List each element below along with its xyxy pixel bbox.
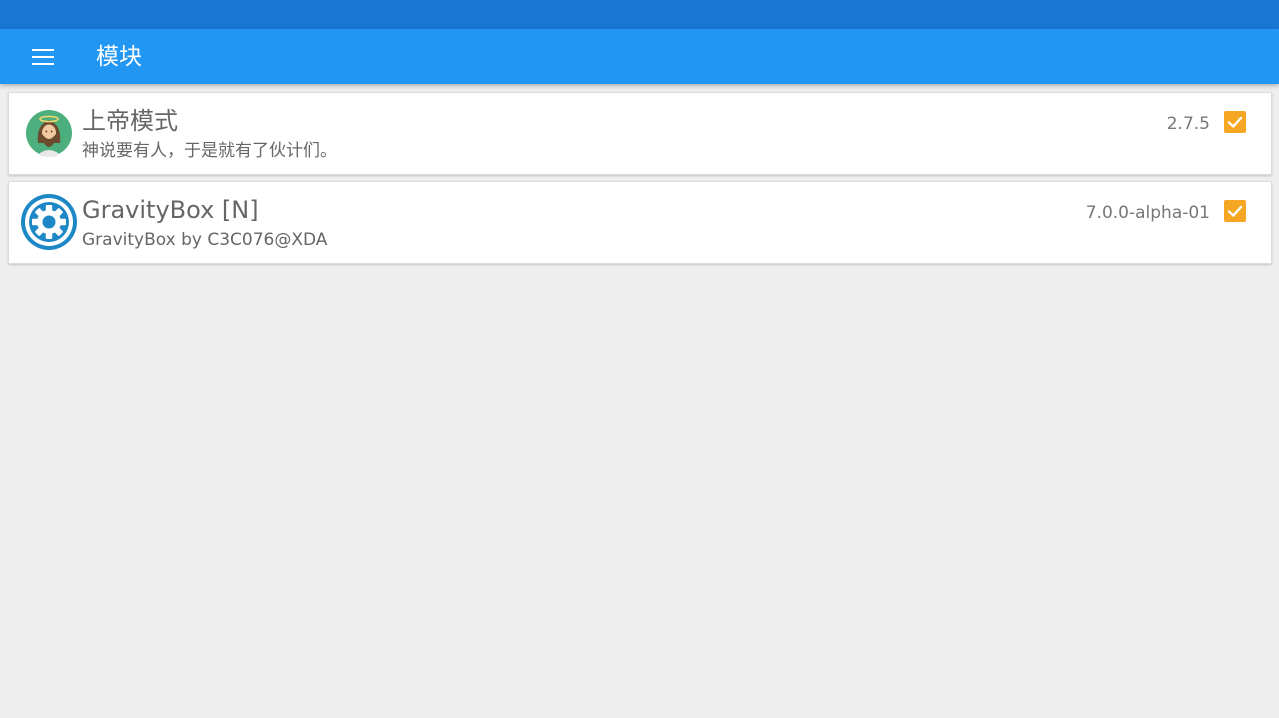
enable-checkbox[interactable] (1224, 111, 1246, 133)
list-item[interactable]: 上帝模式 神说要有人，于是就有了伙计们。 2.7.5 (8, 92, 1272, 175)
module-description: GravityBox by C3C076@XDA (82, 230, 328, 250)
module-name: 上帝模式 (82, 107, 178, 135)
module-description: 神说要有人，于是就有了伙计们。 (82, 141, 337, 161)
app-bar: 模块 (0, 29, 1279, 84)
hamburger-menu-icon[interactable] (22, 36, 64, 78)
status-bar (0, 0, 1279, 29)
page-title: 模块 (96, 44, 142, 70)
checkmark-icon (1227, 205, 1243, 217)
module-name: GravityBox [N] (82, 196, 259, 224)
list-item[interactable]: GravityBox [N] GravityBox by C3C076@XDA … (8, 181, 1272, 264)
module-version: 2.7.5 (1166, 114, 1210, 134)
jesus-avatar-icon (19, 103, 79, 163)
enable-checkbox[interactable] (1224, 200, 1246, 222)
module-version: 7.0.0-alpha-01 (1085, 203, 1210, 223)
module-list: 上帝模式 神说要有人，于是就有了伙计们。 2.7.5 GravityBox [N… (8, 92, 1272, 270)
checkmark-icon (1227, 116, 1243, 128)
gear-icon (19, 192, 79, 252)
